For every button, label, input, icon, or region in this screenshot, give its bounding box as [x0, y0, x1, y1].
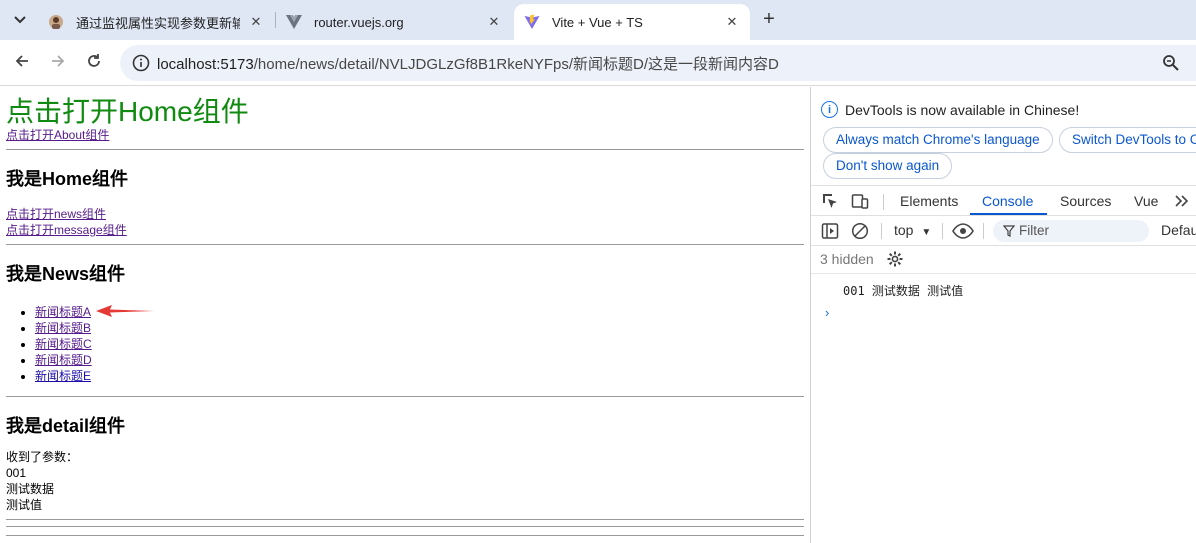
device-toolbar-icon[interactable]: [851, 192, 869, 210]
sidebar-toggle-icon[interactable]: [821, 222, 839, 240]
news-item-link[interactable]: 新闻标题D: [35, 353, 92, 367]
chevron-down-icon: [14, 16, 26, 24]
divider: [6, 535, 804, 536]
url-text[interactable]: localhost:5173/home/news/detail/NVLJDGLz…: [157, 53, 779, 74]
received-label: 收到了参数：: [6, 450, 79, 464]
forward-button[interactable]: [47, 52, 69, 74]
clear-console-icon[interactable]: [851, 222, 869, 240]
new-tab-button[interactable]: +: [758, 9, 780, 29]
param-value: 测试数据: [6, 482, 55, 496]
vue-logo-gray-icon: [286, 14, 302, 30]
console-filter-input[interactable]: Filter: [993, 220, 1149, 242]
browser-tab-3-active[interactable]: Vite + Vue + TS ✕: [514, 4, 750, 40]
tab-title: Vite + Vue + TS: [552, 14, 643, 30]
browser-tab-1[interactable]: 通过监视属性实现参数更新输出 ✕: [38, 4, 274, 40]
close-icon[interactable]: ✕: [486, 14, 502, 30]
active-tab-underline: [970, 213, 1047, 215]
filter-icon: [1003, 225, 1015, 237]
arrow-right-icon: [52, 55, 65, 67]
reload-button[interactable]: [83, 52, 105, 74]
news-link[interactable]: 点击打开news组件: [6, 206, 804, 222]
page-viewport: 点击打开Home组件 点击打开About组件 我是Home组件 点击打开news…: [0, 87, 810, 543]
param-value: 001: [6, 466, 27, 480]
red-arrow-annotation: [96, 305, 154, 317]
url-path: /home/news/detail/NVLJDGLzGf8B1RkeNYFps/…: [253, 56, 779, 73]
console-log-message: 001 测试数据 测试值: [843, 284, 964, 298]
close-icon[interactable]: ✕: [724, 14, 740, 30]
tab-title: router.vuejs.org: [314, 14, 404, 30]
info-text: DevTools is now available in Chinese!: [845, 101, 1080, 118]
filter-placeholder: Filter: [1019, 223, 1049, 238]
log-levels-dropdown[interactable]: Defau: [1161, 222, 1196, 238]
inspect-element-icon[interactable]: [821, 192, 839, 210]
devtools-tab-bar: Elements Console Sources Vue: [811, 185, 1196, 216]
match-language-button[interactable]: Always match Chrome's language: [823, 127, 1053, 153]
message-link[interactable]: 点击打开message组件: [6, 222, 804, 238]
tab-elements[interactable]: Elements: [900, 193, 958, 209]
url-host: localhost:5173: [157, 56, 254, 73]
divider: [6, 149, 804, 150]
list-item: 新闻标题B: [35, 320, 804, 336]
console-toolbar: top ▼ Filter Defau: [811, 216, 1196, 246]
news-item-link[interactable]: 新闻标题E: [35, 369, 91, 383]
devtools-language-notice: i DevTools is now available in Chinese!: [821, 101, 1079, 118]
divider: [6, 396, 804, 397]
back-button[interactable]: [11, 52, 33, 74]
browser-tab-2[interactable]: router.vuejs.org ✕: [276, 4, 512, 40]
tab-search-dropdown[interactable]: [8, 8, 32, 32]
switch-devtools-language-button[interactable]: Switch DevTools to C: [1059, 127, 1196, 153]
console-prompt-chevron-icon[interactable]: ›: [825, 305, 829, 320]
separator: [883, 194, 884, 210]
browser-tab-strip: 通过监视属性实现参数更新输出 ✕ router.vuejs.org ✕ Vite…: [0, 0, 1196, 40]
news-component-heading: 我是News组件: [6, 264, 126, 284]
list-item: 新闻标题C: [35, 336, 804, 352]
news-item-link[interactable]: 新闻标题A: [35, 305, 91, 319]
tab-vue[interactable]: Vue: [1134, 193, 1158, 209]
address-bar[interactable]: localhost:5173/home/news/detail/NVLJDGLz…: [120, 45, 1196, 81]
news-item-link[interactable]: 新闻标题B: [35, 321, 91, 335]
tab-console[interactable]: Console: [982, 193, 1033, 209]
list-item: 新闻标题E: [35, 368, 804, 384]
home-component-heading: 我是Home组件: [6, 169, 129, 189]
avatar-favicon-icon: [48, 14, 64, 30]
context-value: top: [894, 222, 914, 238]
divider: [6, 519, 804, 520]
info-icon: i: [821, 101, 838, 118]
divider: [6, 244, 804, 245]
hidden-messages-row: 3 hidden: [811, 246, 1196, 274]
site-info-icon[interactable]: [132, 54, 150, 72]
live-expression-eye-icon[interactable]: [952, 222, 974, 240]
caret-down-icon: ▼: [921, 227, 932, 238]
separator: [983, 223, 984, 239]
devtools-panel: i DevTools is now available in Chinese! …: [811, 87, 1196, 543]
tab-title: 通过监视属性实现参数更新输出: [76, 15, 240, 31]
console-settings-gear-icon[interactable]: [886, 250, 904, 268]
context-selector[interactable]: top ▼: [894, 222, 931, 238]
divider: [6, 526, 804, 527]
vite-logo-icon: [524, 14, 540, 30]
about-link[interactable]: 点击打开About组件: [6, 127, 804, 143]
reload-icon: [88, 54, 100, 67]
browser-toolbar: localhost:5173/home/news/detail/NVLJDGLz…: [0, 40, 1196, 86]
detail-component-heading: 我是detail组件: [6, 416, 126, 436]
close-icon[interactable]: ✕: [248, 14, 264, 30]
news-item-link[interactable]: 新闻标题C: [35, 337, 92, 351]
separator: [942, 223, 943, 239]
zoom-icon[interactable]: [1162, 54, 1180, 72]
separator: [881, 223, 882, 239]
dont-show-again-button[interactable]: Don't show again: [823, 153, 953, 179]
more-tabs-icon[interactable]: [1173, 192, 1191, 210]
param-value: 测试值: [6, 498, 43, 512]
tab-sources[interactable]: Sources: [1060, 193, 1111, 209]
list-item: 新闻标题D: [35, 352, 804, 368]
hidden-count: 3 hidden: [820, 251, 874, 267]
arrow-left-icon: [15, 55, 28, 67]
home-link-heading[interactable]: 点击打开Home组件: [6, 97, 804, 127]
